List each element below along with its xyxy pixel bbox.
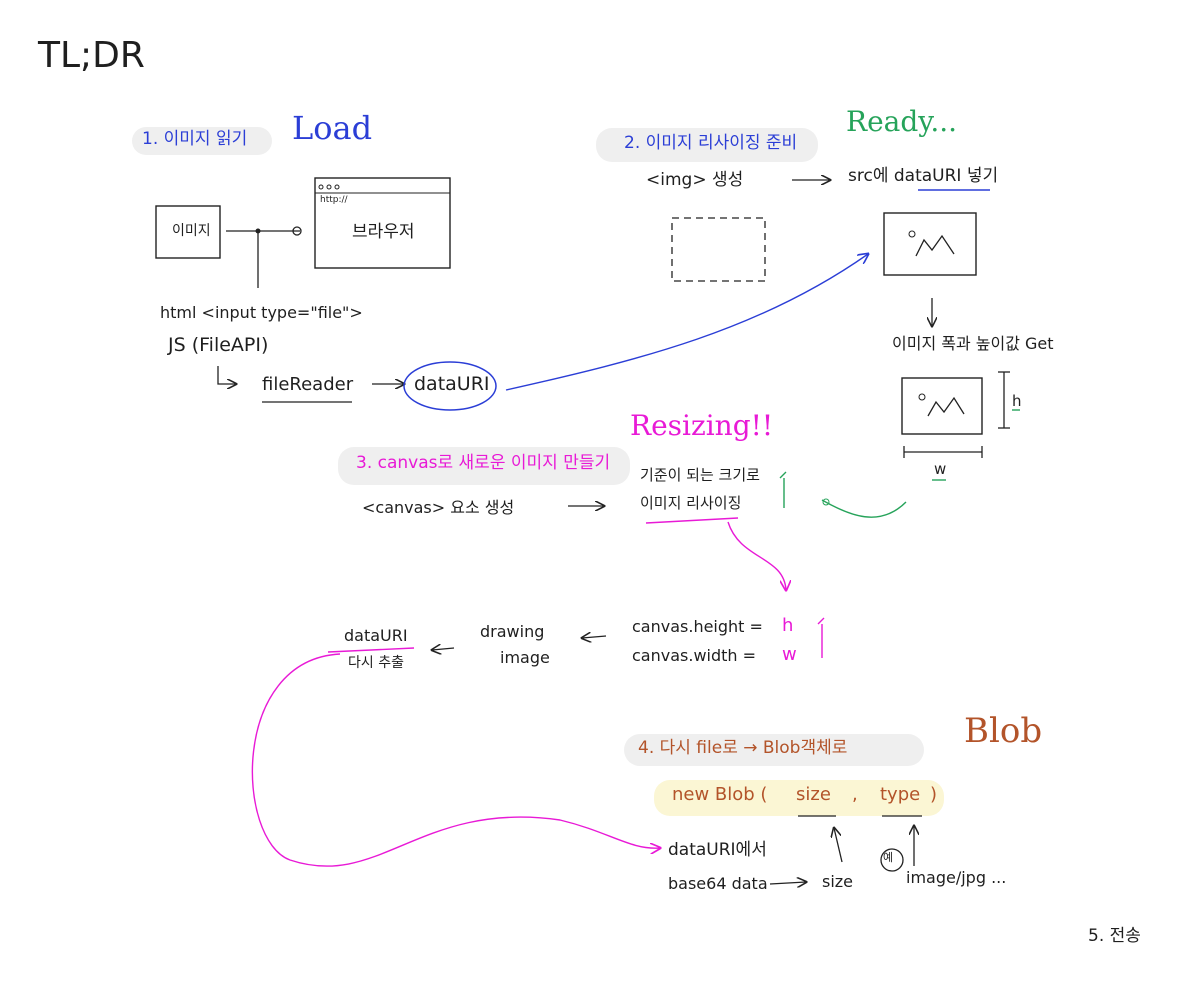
sized-img-sun bbox=[918, 393, 926, 401]
extract-again-label: 다시 추출 bbox=[348, 655, 404, 671]
section2-tag: Ready... bbox=[846, 105, 958, 138]
redraw-line-2: 이미지 리사이징 bbox=[640, 494, 742, 512]
width-label: w bbox=[934, 460, 947, 478]
section4-tag: Blob bbox=[964, 711, 1043, 751]
section5-heading: 5. 전송 bbox=[1088, 926, 1141, 946]
size-up-arrow bbox=[834, 828, 843, 863]
section3-tag: Resizing!! bbox=[630, 409, 774, 442]
datauri-label: dataURI bbox=[414, 373, 490, 395]
blob-close-paren: ) bbox=[930, 784, 938, 805]
img-create-line: <img> 생성 bbox=[646, 170, 744, 190]
canvas-create-line: <canvas> 요소 생성 bbox=[362, 498, 515, 517]
resize-to-canvas-size-arrow bbox=[727, 521, 786, 590]
size-to-resize-arrow bbox=[821, 499, 907, 518]
html-input-line: html <input type="file"> bbox=[160, 303, 363, 322]
canvas-height-value: h bbox=[782, 615, 794, 636]
loaded-img-sun bbox=[908, 230, 916, 238]
redraw-line-1: 기준이 되는 크기로 bbox=[640, 466, 760, 484]
to-drawing-arrow bbox=[582, 636, 607, 638]
blob-type-param: type bbox=[880, 784, 921, 805]
datauri-extract-label: dataURI bbox=[344, 626, 408, 645]
magenta-tick bbox=[817, 617, 825, 658]
blob-size-param: size bbox=[796, 784, 831, 805]
base64-label: base64 data bbox=[668, 874, 768, 893]
example-label: 예 bbox=[883, 851, 894, 864]
blob-new-label: new Blob ( bbox=[672, 784, 768, 805]
datauri-underline bbox=[327, 647, 415, 653]
sized-img-mountain bbox=[927, 396, 965, 417]
size-get-line: 이미지 폭과 높이값 Get bbox=[892, 334, 1054, 353]
extract-to-blob-arrow bbox=[251, 653, 660, 867]
browser-dot-1 bbox=[318, 184, 324, 190]
to-extract-arrow bbox=[432, 648, 455, 650]
base64-to-size-arrow bbox=[769, 882, 806, 884]
filereader-arrow bbox=[217, 366, 236, 384]
browser-url: http:// bbox=[320, 195, 348, 205]
section1-heading: 1. 이미지 읽기 bbox=[142, 129, 248, 149]
browser-label: 브라우저 bbox=[352, 222, 415, 242]
section2-heading: 2. 이미지 리사이징 준비 bbox=[624, 133, 798, 153]
tldr-diagram: TL;DR 1. 이미지 읽기 Load 이미지 http:// 브라우저 ht… bbox=[0, 0, 1200, 1000]
sized-img-box bbox=[901, 377, 983, 435]
loaded-img-box bbox=[883, 212, 977, 276]
browser-dot-3 bbox=[334, 184, 340, 190]
diagram-strokes bbox=[155, 0, 1020, 1000]
image-label: image bbox=[500, 648, 550, 667]
green-tick bbox=[779, 471, 787, 508]
size-source-label: size bbox=[822, 872, 854, 891]
height-label: h bbox=[1012, 392, 1022, 410]
section4-heading: 4. 다시 file로 → Blob객체로 bbox=[638, 738, 848, 758]
drawing-label: drawing bbox=[480, 622, 545, 641]
browser-dot-2 bbox=[326, 184, 332, 190]
resize-underline bbox=[645, 517, 739, 524]
canvas-height-label: canvas.height = bbox=[632, 617, 763, 636]
src-datauri-line: src에 dataURI 넣기 bbox=[848, 166, 999, 186]
filereader-label: fileReader bbox=[262, 374, 354, 395]
section1-tag: Load bbox=[292, 109, 373, 147]
mime-type-label: image/jpg ... bbox=[906, 868, 1007, 887]
page-title: TL;DR bbox=[38, 35, 145, 76]
section3-heading: 3. canvas로 새로운 이미지 만들기 bbox=[356, 453, 611, 473]
datauri-from-label: dataURI에서 bbox=[668, 840, 767, 860]
image-box-label: 이미지 bbox=[172, 223, 211, 239]
canvas-width-value: w bbox=[782, 644, 797, 665]
datauri-to-img-arrow bbox=[505, 254, 868, 391]
js-fileapi-line: JS (FileAPI) bbox=[168, 334, 269, 356]
loaded-img-mountain bbox=[915, 234, 955, 257]
empty-img-placeholder bbox=[671, 217, 766, 282]
canvas-width-label: canvas.width = bbox=[632, 646, 757, 665]
blob-comma: , bbox=[852, 784, 858, 805]
